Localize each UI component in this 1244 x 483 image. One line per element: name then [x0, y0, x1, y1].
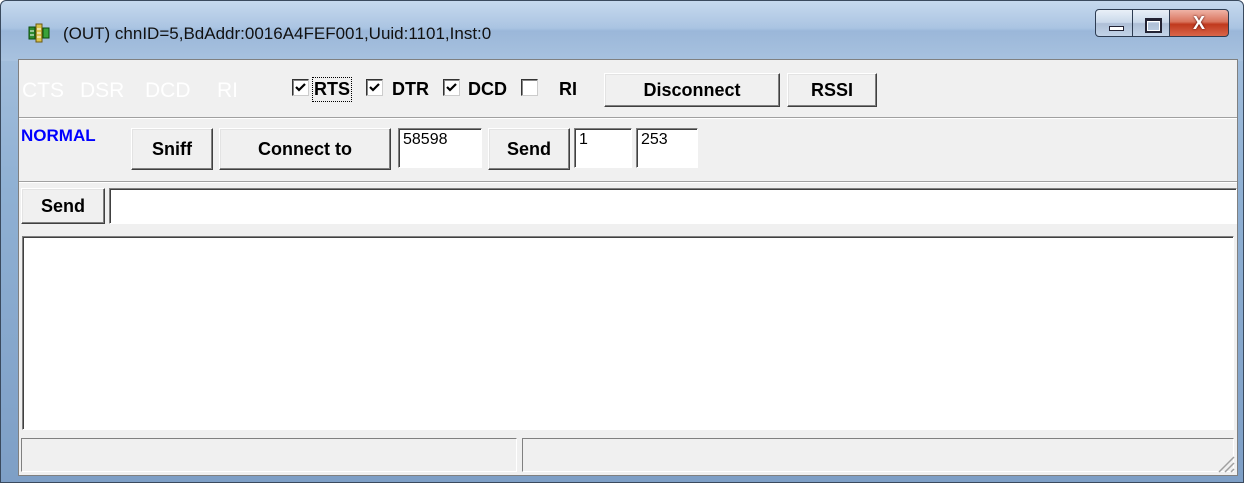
output-log[interactable] [22, 236, 1234, 430]
app-window: (OUT) chnID=5,BdAddr:0016A4FEF001,Uuid:1… [0, 0, 1244, 483]
send-line-row: Send [19, 184, 1237, 230]
dtr-label[interactable]: DTR [392, 79, 429, 100]
rssi-button[interactable]: RSSI [787, 73, 877, 107]
signal-row: CTS DSR DCD RI RTS DTR DCD RI Disconnect… [19, 63, 1237, 118]
minimize-icon [1109, 26, 1124, 31]
sniff-button[interactable]: Sniff [131, 128, 213, 170]
maximize-icon [1145, 18, 1162, 33]
caption-buttons: X [1095, 9, 1229, 39]
serial-port-app-icon [28, 23, 50, 43]
checkmark-icon [369, 83, 380, 92]
maximize-button[interactable] [1132, 9, 1170, 37]
connect-address-input[interactable]: 58598 [398, 128, 482, 168]
connect-to-button[interactable]: Connect to [219, 128, 391, 170]
send-line-input[interactable] [109, 188, 1237, 224]
divider [19, 181, 1237, 183]
ri-label[interactable]: RI [559, 79, 577, 100]
control-row: NORMAL Sniff Connect to 58598 Send 1 253 [19, 120, 1237, 178]
rts-label[interactable]: RTS [312, 77, 352, 102]
window-title: (OUT) chnID=5,BdAddr:0016A4FEF001,Uuid:1… [63, 24, 492, 43]
disconnect-button[interactable]: Disconnect [604, 73, 780, 107]
mode-label: NORMAL [21, 126, 96, 145]
dcd-checkbox[interactable] [443, 79, 460, 96]
checkmark-icon [295, 83, 306, 92]
status-bar [19, 435, 1237, 475]
status-pane-1 [21, 438, 517, 472]
indicator-dcd: DCD [145, 79, 191, 102]
status-pane-2 [522, 438, 1234, 472]
send-line-button[interactable]: Send [21, 188, 105, 224]
dcd-label[interactable]: DCD [468, 79, 507, 100]
indicator-ri: RI [217, 79, 238, 102]
send-count-input[interactable]: 1 [574, 128, 632, 168]
checkmark-icon [446, 83, 457, 92]
send-count-button[interactable]: Send [488, 128, 570, 170]
resize-grip-icon[interactable] [1215, 453, 1235, 473]
client-area: CTS DSR DCD RI RTS DTR DCD RI Disconnect… [18, 59, 1238, 476]
rts-checkbox[interactable] [292, 79, 309, 96]
close-button[interactable]: X [1169, 9, 1229, 37]
indicator-cts: CTS [22, 79, 64, 102]
dtr-checkbox[interactable] [366, 79, 383, 96]
minimize-button[interactable] [1095, 9, 1133, 37]
ri-checkbox[interactable] [521, 79, 538, 96]
title-bar[interactable]: (OUT) chnID=5,BdAddr:0016A4FEF001,Uuid:1… [1, 1, 1243, 61]
send-size-input[interactable]: 253 [636, 128, 698, 168]
indicator-dsr: DSR [80, 79, 125, 102]
close-icon: X [1192, 13, 1205, 33]
